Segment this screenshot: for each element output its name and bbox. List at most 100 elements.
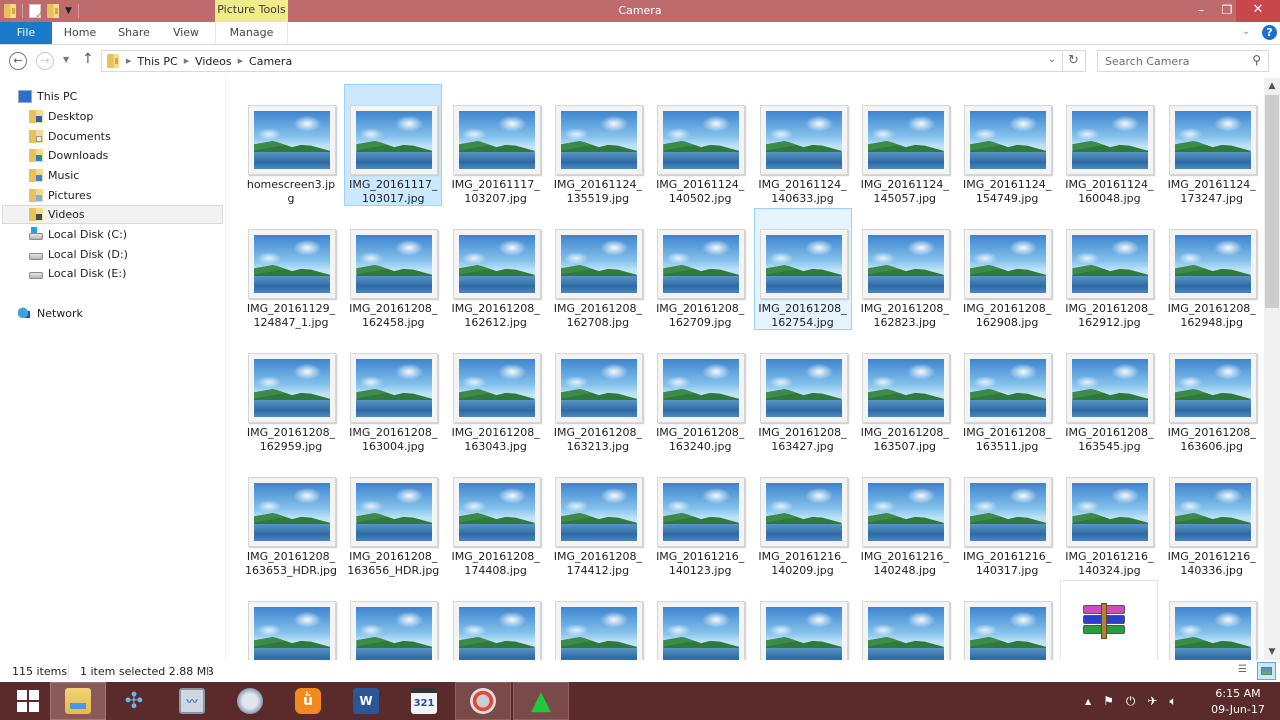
action-center-flag-icon[interactable]: ⚑	[1103, 694, 1114, 708]
search-icon[interactable]: ⚲	[1252, 53, 1261, 67]
file-item[interactable]: IMG_20161117_103017.jpg	[344, 84, 443, 206]
file-item[interactable]: IMG_20161124_145057.jpg	[856, 84, 954, 206]
sidebar-item-documents[interactable]: Documents	[2, 127, 223, 146]
scrollbar-thumb[interactable]	[1265, 95, 1279, 308]
file-item[interactable]: IMG_20161208_163004.jpg	[344, 332, 442, 454]
taskbar-green-triangle-app[interactable]: ▲	[513, 682, 569, 720]
breadcrumb-this-pc[interactable]: This PC	[137, 55, 177, 68]
scroll-down-arrow-icon[interactable]: ▼	[1264, 647, 1280, 657]
file-item[interactable]	[1163, 580, 1261, 660]
sidebar-item-desktop[interactable]: Desktop	[2, 107, 223, 126]
file-item[interactable]	[1060, 580, 1159, 660]
sidebar-item-local-disk-e[interactable]: Local Disk (E:)	[2, 264, 223, 283]
file-item[interactable]: IMG_20161216_140123.jpg	[651, 456, 749, 578]
file-item[interactable]: IMG_20161208_163606.jpg	[1163, 332, 1261, 454]
file-item[interactable]: IMG_20161208_163545.jpg	[1060, 332, 1158, 454]
taskbar-disk-utility[interactable]	[222, 682, 278, 720]
file-item[interactable]: IMG_20161117_103207.jpg	[447, 84, 545, 206]
file-item[interactable]	[549, 580, 647, 660]
customize-toolbar-icon[interactable]: ▼	[65, 6, 72, 16]
forward-button[interactable]: →	[36, 52, 54, 70]
breadcrumb-chevron-icon[interactable]: ▶	[238, 57, 243, 65]
taskbar-resource-monitor[interactable]: 〰	[164, 682, 220, 720]
start-button[interactable]	[0, 682, 56, 720]
file-item[interactable]: IMG_20161208_163653_HDR.jpg	[242, 456, 340, 578]
address-bar[interactable]: ▶ This PC ▶ Videos ▶ Camera ⌄	[101, 50, 1063, 72]
taskbar-file-explorer[interactable]	[50, 682, 106, 720]
recent-locations-icon[interactable]: ▼	[63, 55, 69, 64]
up-button[interactable]: ↑	[82, 51, 94, 67]
sidebar-item-videos[interactable]: Videos	[2, 205, 223, 224]
file-item[interactable]: IMG_20161208_163511.jpg	[958, 332, 1056, 454]
large-icons-view-icon[interactable]	[1257, 662, 1276, 680]
file-item[interactable]: IMG_20161124_140633.jpg	[754, 84, 852, 206]
details-view-icon[interactable]: ☰	[1238, 664, 1254, 678]
show-hidden-icons-icon[interactable]: ▲	[1085, 697, 1091, 706]
airplane-mode-icon[interactable]: ✈	[1147, 694, 1157, 708]
sidebar-item-local-disk-c[interactable]: Local Disk (C:)	[2, 225, 223, 244]
back-button[interactable]: ←	[9, 52, 27, 70]
file-item[interactable]: IMG_20161208_163507.jpg	[856, 332, 954, 454]
taskbar-word[interactable]: W	[338, 682, 394, 720]
taskbar-uc-browser[interactable]: ǜ	[280, 682, 336, 720]
file-item[interactable]: IMG_20161216_140336.jpg	[1163, 456, 1261, 578]
tab-share[interactable]: Share	[116, 22, 152, 44]
file-item[interactable]	[447, 580, 545, 660]
file-item[interactable]: IMG_20161208_163240.jpg	[651, 332, 749, 454]
file-item[interactable]: IMG_20161208_162912.jpg	[1060, 208, 1158, 330]
properties-icon[interactable]	[29, 4, 43, 21]
sidebar-item-this-pc[interactable]: This PC	[18, 87, 223, 106]
address-history-dropdown-icon[interactable]: ⌄	[1048, 54, 1056, 65]
taskbar-clock[interactable]: 6:15 AM 09-Jun-17	[1206, 686, 1270, 718]
breadcrumb-chevron-icon[interactable]: ▶	[126, 57, 131, 65]
breadcrumb-videos[interactable]: Videos	[195, 55, 232, 68]
file-item[interactable]: IMG_20161208_163213.jpg	[549, 332, 647, 454]
file-item[interactable]: IMG_20161216_140248.jpg	[856, 456, 954, 578]
file-item[interactable]: IMG_20161208_162709.jpg	[651, 208, 749, 330]
file-item[interactable]	[242, 580, 340, 660]
file-item[interactable]: IMG_20161208_174408.jpg	[447, 456, 545, 578]
file-item[interactable]: IMG_20161208_162823.jpg	[856, 208, 954, 330]
volume-icon[interactable]: 🔈︎	[1169, 694, 1176, 709]
folder-icon[interactable]	[4, 4, 16, 18]
file-item[interactable]: IMG_20161216_140209.jpg	[754, 456, 852, 578]
file-item[interactable]: IMG_20161208_174412.jpg	[549, 456, 647, 578]
file-item[interactable]: IMG_20161208_162458.jpg	[344, 208, 442, 330]
file-item[interactable]: IMG_20161216_140317.jpg	[958, 456, 1056, 578]
file-item[interactable]: IMG_20161208_162708.jpg	[549, 208, 647, 330]
help-icon[interactable]: ?	[1262, 25, 1277, 40]
taskbar-recovery-tool[interactable]	[455, 682, 511, 720]
file-item[interactable]: IMG_20161124_135519.jpg	[549, 84, 647, 206]
file-item[interactable]: IMG_20161208_162612.jpg	[447, 208, 545, 330]
tab-view[interactable]: View	[172, 22, 200, 44]
search-input[interactable]	[1098, 51, 1238, 71]
file-item[interactable]: IMG_20161208_162754.jpg	[753, 208, 852, 330]
file-item[interactable]: IMG_20161216_140324.jpg	[1060, 456, 1158, 578]
tab-file[interactable]: File	[0, 22, 52, 44]
file-item[interactable]: IMG_20161124_173247.jpg	[1163, 84, 1261, 206]
file-item[interactable]	[651, 580, 749, 660]
vertical-scrollbar[interactable]: ▲ ▼	[1264, 78, 1280, 660]
file-item[interactable]: IMG_20161124_154749.jpg	[958, 84, 1056, 206]
file-item[interactable]: IMG_20161208_162908.jpg	[958, 208, 1056, 330]
file-item[interactable]	[958, 580, 1056, 660]
file-item[interactable]: IMG_20161208_163656_HDR.jpg	[344, 456, 442, 578]
sidebar-item-local-disk-d[interactable]: Local Disk (D:)	[2, 245, 223, 264]
new-folder-icon[interactable]	[47, 4, 59, 18]
file-item[interactable]: IMG_20161129_124847_1.jpg	[242, 208, 340, 330]
file-item[interactable]: IMG_20161208_162959.jpg	[242, 332, 340, 454]
close-button[interactable]: ✕	[1236, 0, 1280, 22]
file-item[interactable]: IMG_20161208_163043.jpg	[447, 332, 545, 454]
refresh-button[interactable]: ↻	[1062, 50, 1086, 72]
file-item[interactable]: IMG_20161124_140502.jpg	[651, 84, 749, 206]
scroll-up-arrow-icon[interactable]: ▲	[1264, 81, 1280, 91]
file-item[interactable]: IMG_20161208_162948.jpg	[1163, 208, 1261, 330]
search-box[interactable]: ⚲	[1097, 50, 1269, 72]
file-item[interactable]: homescreen3.jpg	[242, 84, 340, 206]
sidebar-item-downloads[interactable]: Downloads	[2, 146, 223, 165]
taskbar-media-player[interactable]: 321	[396, 682, 452, 720]
file-item[interactable]	[344, 580, 442, 660]
sidebar-item-pictures[interactable]: Pictures	[2, 186, 223, 205]
expand-ribbon-icon[interactable]: ⌄	[1242, 26, 1250, 37]
file-item[interactable]	[856, 580, 954, 660]
